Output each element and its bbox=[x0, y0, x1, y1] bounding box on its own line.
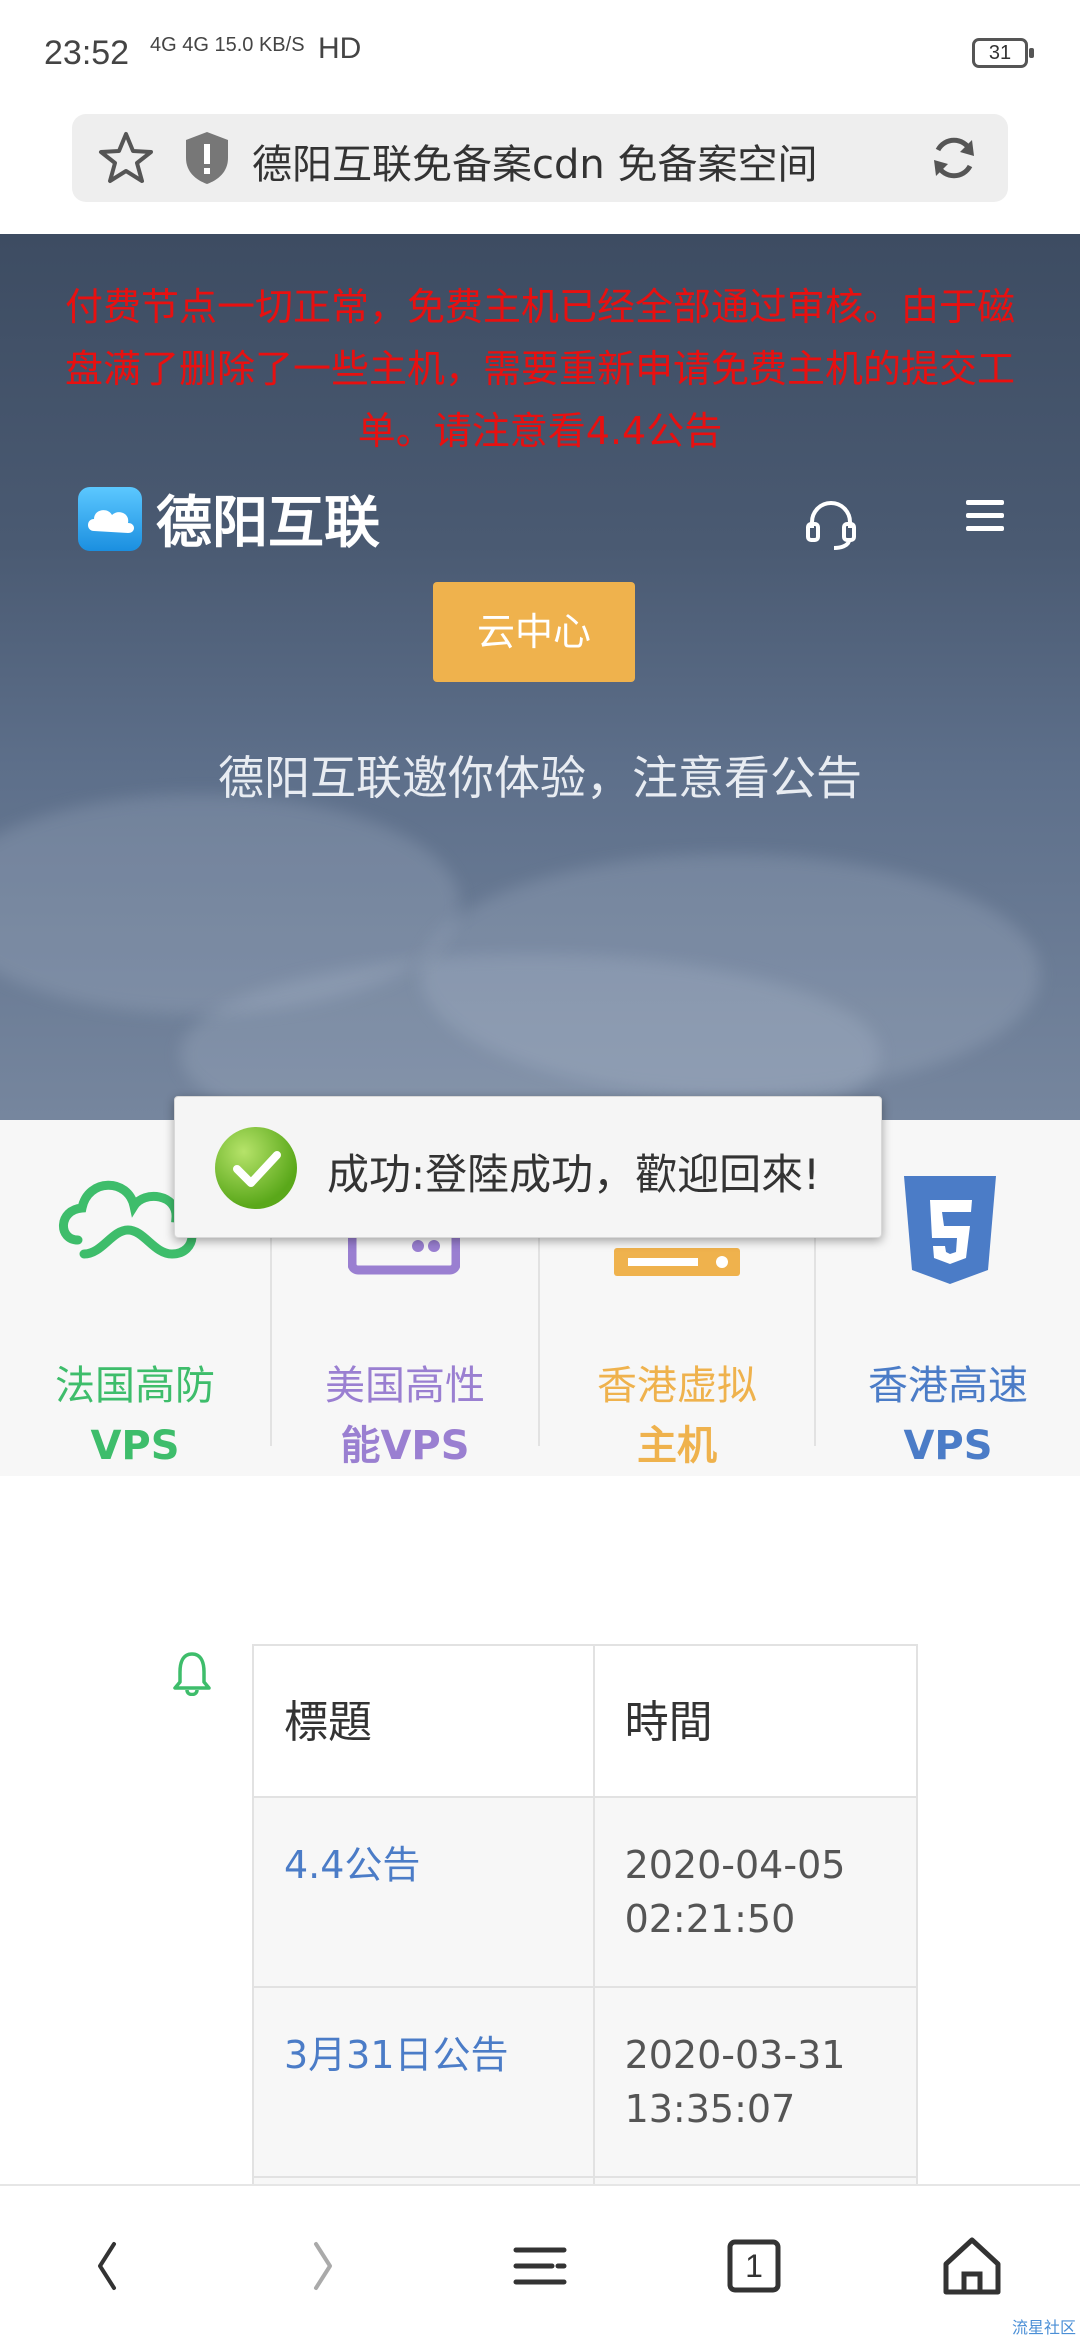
home-icon[interactable] bbox=[936, 2230, 1008, 2302]
table-row: 4.4公告 2020-04-05 02:21:50 bbox=[252, 1796, 919, 1988]
announcement-time: 2020-04-05 02:21:50 bbox=[592, 1796, 919, 1988]
announcement-time: 2020-03-31 13:35:07 bbox=[592, 1986, 919, 2178]
page-title[interactable]: 德阳互联免备案cdn 免备案空间 bbox=[252, 132, 817, 190]
check-icon bbox=[215, 1127, 297, 1209]
service-label: 法国高防 VPS bbox=[55, 1363, 215, 1469]
shield-icon[interactable] bbox=[182, 130, 232, 186]
service-label: 香港高速 VPS bbox=[868, 1363, 1028, 1469]
battery-icon: 31 bbox=[972, 38, 1034, 68]
service-label: 美国高性 能VPS bbox=[325, 1363, 485, 1469]
reload-icon[interactable] bbox=[924, 128, 984, 188]
cloud-logo-icon bbox=[78, 486, 142, 551]
status-bar: 23:52 4G 4G 15.0 KB/S HD 31 bbox=[0, 0, 1080, 108]
menu-icon[interactable] bbox=[504, 2230, 576, 2302]
headset-icon[interactable] bbox=[804, 496, 858, 550]
hero-subtitle: 德阳互联邀你体验，注意看公告 bbox=[218, 751, 862, 805]
bell-icon bbox=[173, 1652, 211, 1696]
success-toast: 成功:登陸成功，歡迎回來! bbox=[174, 1096, 882, 1238]
column-header-title: 標題 bbox=[252, 1644, 595, 1798]
star-icon[interactable] bbox=[96, 128, 156, 188]
tab-count: 1 bbox=[745, 2248, 763, 2284]
service-label: 香港虚拟 主机 bbox=[597, 1363, 757, 1469]
toast-message: 成功:登陸成功，歡迎回來! bbox=[327, 1150, 820, 1199]
cloud-center-button[interactable]: 云中心 bbox=[433, 582, 635, 682]
announcement-link[interactable]: 4.4公告 bbox=[252, 1796, 595, 1988]
hero-banner: 付费节点一切正常，免费主机已经全部通过审核。由于磁盘满了删除了一些主机，需要重新… bbox=[0, 234, 1080, 1120]
back-icon[interactable] bbox=[72, 2230, 144, 2302]
bottom-navigation: 1 流星社区 bbox=[0, 2184, 1080, 2340]
status-time: 23:52 bbox=[44, 34, 130, 72]
hd-indicator: HD bbox=[318, 32, 362, 65]
tabs-button[interactable]: 1 bbox=[718, 2230, 790, 2302]
forward-icon[interactable] bbox=[286, 2230, 358, 2302]
brand-name: 德阳互联 bbox=[156, 491, 380, 556]
watermark: 流星社区 bbox=[1011, 2318, 1076, 2337]
notice-text: 付费节点一切正常，免费主机已经全部通过审核。由于磁盘满了删除了一些主机，需要重新… bbox=[64, 285, 1015, 453]
announcement-link[interactable]: 3月31日公告 bbox=[252, 1986, 595, 2178]
html5-icon bbox=[904, 1176, 996, 1284]
network-indicator: 4G 4G 15.0 KB/S bbox=[150, 34, 305, 56]
table-header-row: 標題 時間 bbox=[252, 1644, 919, 1798]
column-header-time: 時間 bbox=[592, 1644, 919, 1798]
table-row: 3月31日公告 2020-03-31 13:35:07 bbox=[252, 1986, 919, 2178]
address-bar[interactable]: 德阳互联免备案cdn 免备案空间 bbox=[72, 114, 1008, 202]
brand[interactable]: 德阳互联 bbox=[78, 478, 380, 559]
hamburger-menu-icon[interactable] bbox=[966, 500, 1004, 534]
announcement-table: 標題 時間 4.4公告 2020-04-05 02:21:50 3月31日公告 … bbox=[252, 1644, 919, 2278]
